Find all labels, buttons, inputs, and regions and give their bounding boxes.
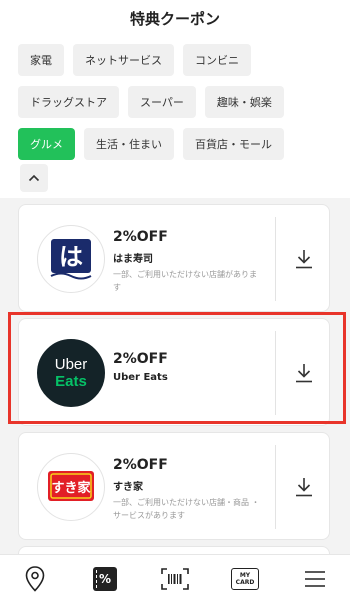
category-filter: 家電 ネットサービス コンビニ ドラッグストア スーパー 趣味・娯楽 グルメ 生… (18, 44, 338, 170)
coupon-store-name: すき家 (113, 482, 143, 493)
menu-icon (305, 570, 325, 587)
sukiya-logo: すき家 (37, 453, 105, 521)
category-chip-living[interactable]: 生活・住まい (84, 128, 174, 160)
divider (275, 217, 276, 301)
coupon-discount: 2%OFF (113, 229, 168, 245)
category-row: 家電 ネットサービス コンビニ (18, 44, 338, 76)
coupon-card-hamazushi[interactable]: は 2%OFF はま寿司 一部、ご利用いただけない店舗がありま す (18, 204, 330, 312)
divider (275, 445, 276, 529)
category-chip-gourmet[interactable]: グルメ (18, 128, 75, 160)
nav-menu[interactable] (295, 559, 335, 599)
category-chip-supermarket[interactable]: スーパー (128, 86, 196, 118)
my-card-label-1: MY (239, 571, 251, 579)
download-button[interactable] (287, 241, 321, 277)
category-chip-department-store[interactable]: 百貨店・モール (183, 128, 284, 160)
coupon-text: 2%OFF すき家 一部、ご利用いただけない店舗・商品 ・サービスがあります (113, 457, 263, 522)
nav-barcode[interactable] (155, 559, 195, 599)
hamazushi-logo-text: は (59, 243, 83, 271)
download-icon (296, 478, 312, 497)
collapse-categories-button[interactable] (20, 164, 48, 192)
category-row: グルメ 生活・住まい 百貨店・モール (18, 128, 338, 160)
sukiya-logo-text: すき家 (51, 480, 91, 496)
location-pin-icon (25, 565, 45, 592)
nav-coupon[interactable]: % (85, 559, 125, 599)
category-chip-drugstore[interactable]: ドラッグストア (18, 86, 119, 118)
chevron-up-icon (28, 174, 40, 182)
coupon-card-sukiya[interactable]: すき家 2%OFF すき家 一部、ご利用いただけない店舗・商品 ・サービスがあり… (18, 432, 330, 540)
coupon-note: 一部、ご利用いただけない店舗がありま す (113, 270, 257, 292)
category-row: ドラッグストア スーパー 趣味・娯楽 (18, 86, 338, 118)
coupon-text: 2%OFF はま寿司 一部、ご利用いただけない店舗がありま す (113, 229, 263, 294)
coupon-discount: 2%OFF (113, 457, 168, 473)
coupon-note: 一部、ご利用いただけない店舗・商品 ・サービスがあります (113, 498, 260, 520)
coupon-percent-label: % (98, 571, 112, 586)
coupon-store-name: はま寿司 (113, 254, 153, 265)
page-title: 特典クーポン (129, 9, 220, 28)
barcode-icon (161, 567, 189, 590)
category-chip-appliances[interactable]: 家電 (18, 44, 64, 76)
category-chip-hobby[interactable]: 趣味・娯楽 (204, 86, 284, 118)
nav-location[interactable] (15, 559, 55, 599)
my-card-label-2: CARD (235, 578, 255, 586)
category-chip-net-services[interactable]: ネットサービス (73, 44, 174, 76)
coupon-percent-icon: % (93, 566, 117, 591)
highlight-box (8, 312, 346, 424)
my-card-icon: MY CARD (231, 567, 259, 590)
download-icon (296, 250, 312, 269)
download-button[interactable] (287, 469, 321, 505)
hamazushi-logo: は (37, 225, 105, 293)
bottom-nav: % MY CARD (0, 554, 350, 602)
page-header: 特典クーポン (0, 0, 350, 36)
category-chip-convenience-store[interactable]: コンビニ (183, 44, 251, 76)
nav-my-card[interactable]: MY CARD (225, 559, 265, 599)
